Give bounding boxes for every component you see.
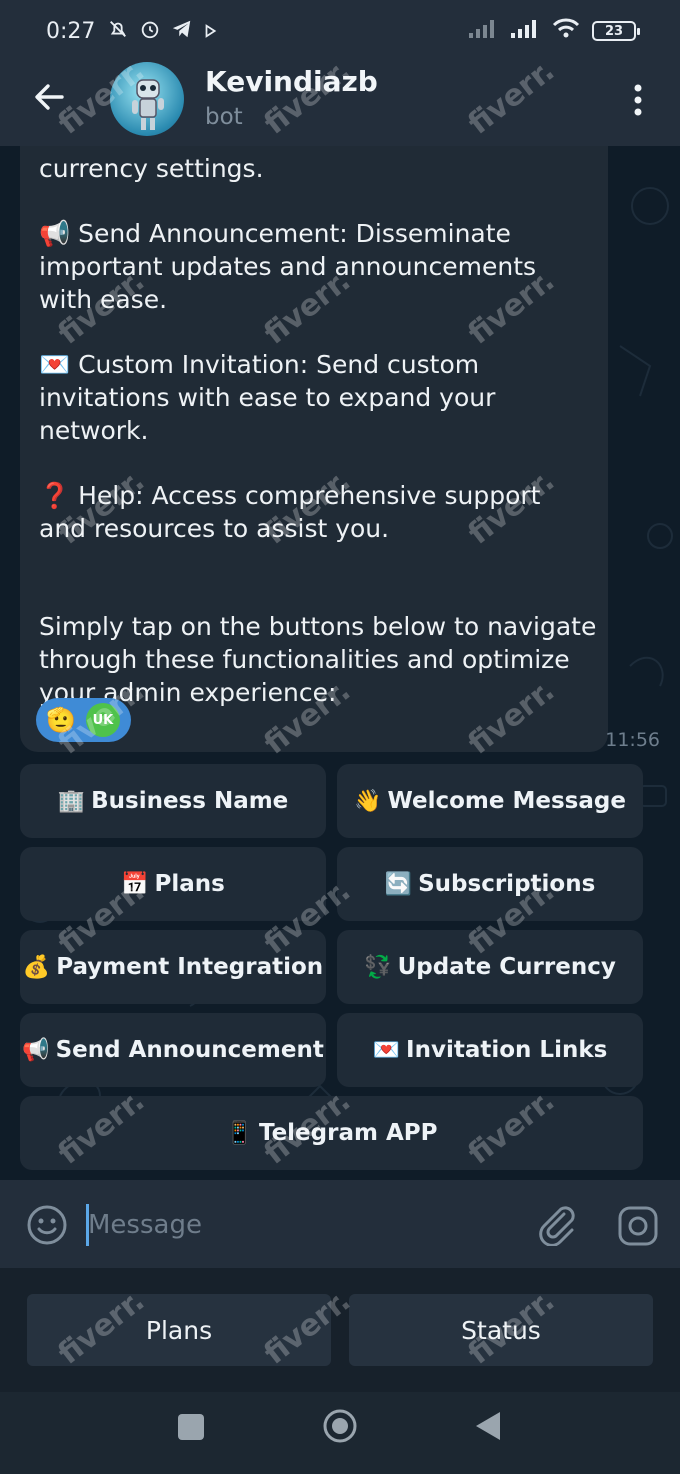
calendar-icon: 📅 — [121, 871, 149, 897]
message-line: 💌 Custom Invitation: Send custom — [39, 350, 480, 379]
waving-hand-icon: 👋 — [354, 788, 382, 814]
message-line: and resources to assist you. — [39, 514, 390, 543]
wifi-icon — [552, 17, 580, 45]
button-label: Welcome Message — [387, 788, 626, 814]
chat-header: Kevindiazb bot — [0, 62, 680, 146]
message-line: network. — [39, 416, 149, 445]
message-line: important updates and announcements — [39, 252, 537, 281]
status-time: 0:27 — [46, 18, 96, 44]
battery-icon: 23 — [592, 21, 640, 41]
currency-exchange-icon: 💱 — [364, 954, 392, 980]
message-line: through these functionalities and optimi… — [39, 645, 570, 674]
navigation-bar — [0, 1392, 680, 1474]
reaction-avatar: UK — [85, 703, 120, 737]
instagram-camera-icon[interactable] — [616, 1204, 660, 1248]
button-label: Business Name — [91, 788, 289, 814]
welcome-message-button[interactable]: 👋 Welcome Message — [337, 764, 643, 838]
button-label: Plans — [154, 871, 225, 897]
megaphone-icon: 📢 — [22, 1037, 50, 1063]
message-time: 11:56 — [605, 729, 660, 751]
subscriptions-button[interactable]: 🔄 Subscriptions — [337, 847, 643, 921]
chat-title[interactable]: Kevindiazb — [205, 65, 378, 98]
telegram-app-button[interactable]: 📱 Telegram APP — [20, 1096, 643, 1170]
message-line: invitations with ease to expand your — [39, 383, 496, 412]
reply-plans-button[interactable]: Plans — [27, 1294, 331, 1366]
message-bubble: currency settings. 📢 Send Announcement: … — [20, 146, 608, 752]
button-label: Subscriptions — [418, 871, 596, 897]
message-input[interactable] — [88, 1200, 508, 1250]
play-icon — [203, 19, 217, 43]
send-announcement-button[interactable]: 📢 Send Announcement — [20, 1013, 326, 1087]
payment-integration-button[interactable]: 💰 Payment Integration — [20, 930, 326, 1004]
money-bag-icon: 💰 — [22, 954, 51, 980]
refresh-icon: 🔄 — [384, 871, 413, 897]
button-label: Payment Integration — [56, 954, 324, 980]
signal-icon — [468, 17, 498, 45]
recents-square-icon[interactable] — [178, 1414, 204, 1440]
button-label: Update Currency — [397, 954, 616, 980]
mobile-phone-icon: 📱 — [225, 1120, 253, 1146]
message-line: ❓ Help: Access comprehensive support — [39, 481, 541, 510]
reply-status-button[interactable]: Status — [349, 1294, 653, 1366]
reaction-emoji: 🫡 — [46, 706, 76, 734]
message-line: currency settings. — [39, 154, 264, 183]
reply-keyboard: Plans Status — [0, 1268, 680, 1392]
message-line: with ease. — [39, 285, 168, 314]
message-line: Simply tap on the buttons below to navig… — [39, 612, 597, 641]
back-arrow-icon[interactable] — [32, 80, 66, 114]
invitation-links-button[interactable]: 💌 Invitation Links — [337, 1013, 643, 1087]
button-label: Invitation Links — [406, 1037, 608, 1063]
message-composer — [0, 1180, 680, 1268]
alarm-icon — [139, 18, 161, 45]
mute-bell-icon — [107, 18, 129, 45]
reaction-chip[interactable]: 🫡 UK — [36, 698, 131, 742]
message-line: 📢 Send Announcement: Disseminate — [39, 219, 511, 248]
office-building-icon: 🏢 — [57, 788, 86, 814]
back-triangle-icon[interactable] — [474, 1410, 502, 1442]
update-currency-button[interactable]: 💱 Update Currency — [337, 930, 643, 1004]
signal-icon — [510, 17, 540, 45]
emoji-icon[interactable] — [26, 1204, 68, 1246]
telegram-icon — [171, 18, 193, 45]
love-letter-icon: 💌 — [372, 1037, 401, 1063]
avatar[interactable] — [110, 62, 184, 136]
chat-subtitle: bot — [205, 104, 243, 130]
chat-area: currency settings. 📢 Send Announcement: … — [0, 146, 680, 1180]
business-name-button[interactable]: 🏢 Business Name — [20, 764, 326, 838]
button-label: Send Announcement — [55, 1037, 324, 1063]
status-bar: 0:27 23 — [0, 0, 680, 62]
home-circle-icon[interactable] — [322, 1408, 358, 1444]
button-label: Telegram APP — [258, 1120, 438, 1146]
plans-button[interactable]: 📅 Plans — [20, 847, 326, 921]
more-options-icon[interactable] — [628, 80, 648, 120]
paperclip-icon[interactable] — [536, 1202, 576, 1247]
